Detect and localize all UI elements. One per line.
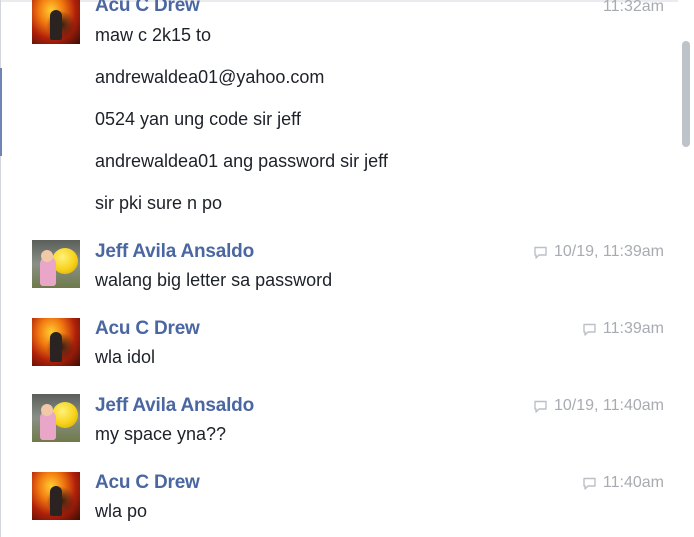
avatar-figure (50, 486, 62, 516)
chat-conversation: Acu C Drew 11:32am maw c 2k15 to andrewa… (0, 0, 694, 537)
avatar[interactable] (32, 0, 80, 44)
message-text: sir pki sure n po (95, 193, 223, 213)
avatar-figure (50, 10, 62, 40)
timestamp-text: 10/19, 11:39am (553, 243, 664, 260)
message-text: 0524 yan ung code sir jeff (95, 109, 301, 129)
avatar[interactable] (32, 472, 80, 520)
message-text: my space yna?? (95, 424, 227, 444)
message-text: walang big letter sa password (95, 270, 333, 290)
sender-name[interactable]: Acu C Drew (95, 472, 200, 494)
message-text: andrewaldea01@yahoo.com (95, 67, 325, 87)
reply-bubble-icon (533, 399, 548, 414)
active-indicator (0, 68, 2, 156)
reply-bubble-icon (533, 245, 548, 260)
sender-name[interactable]: Acu C Drew (95, 0, 200, 17)
timestamp-text: 10/19, 11:40am (553, 397, 664, 414)
timestamp: 10/19, 11:39am (533, 243, 664, 261)
avatar-figure (50, 332, 62, 362)
avatar[interactable] (32, 318, 80, 366)
sender-name[interactable]: Jeff Avila Ansaldo (95, 395, 254, 417)
sender-name[interactable]: Acu C Drew (95, 318, 200, 340)
reply-bubble-icon (582, 322, 597, 337)
timestamp: 10/19, 11:40am (533, 397, 664, 415)
avatar-face (41, 250, 53, 262)
timestamp-text: 11:32am (602, 0, 664, 15)
timestamp: 11:39am (582, 320, 664, 338)
avatar-face (41, 404, 53, 416)
message-text: wla idol (95, 347, 156, 367)
avatar[interactable] (32, 240, 80, 288)
timestamp: 11:32am (603, 0, 664, 16)
message-text: maw c 2k15 to (95, 25, 212, 45)
timestamp: 11:40am (582, 474, 664, 492)
message-text: andrewaldea01 ang password sir jeff (95, 151, 388, 171)
sender-name[interactable]: Jeff Avila Ansaldo (95, 241, 254, 263)
timestamp-text: 11:39am (602, 320, 664, 337)
message-text: wla po (95, 501, 148, 521)
scrollbar-thumb[interactable] (682, 41, 690, 147)
reply-bubble-icon (582, 476, 597, 491)
avatar[interactable] (32, 394, 80, 442)
scrollbar[interactable] (678, 0, 694, 537)
timestamp-text: 11:40am (602, 474, 664, 491)
